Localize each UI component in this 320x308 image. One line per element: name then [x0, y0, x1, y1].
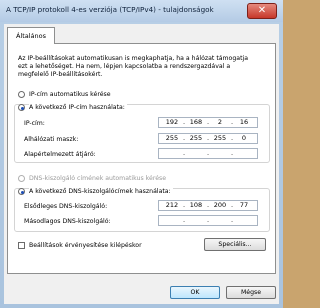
mask-octet: 255	[165, 134, 179, 142]
gateway-label: Alapértelmezett átjáró:	[24, 151, 96, 158]
dns-manual-radio[interactable]	[18, 188, 25, 195]
dns-octet: 212	[165, 201, 179, 209]
tab-general[interactable]: Általános	[7, 27, 55, 44]
octet-separator: .	[206, 201, 210, 209]
ip-octet: 192	[165, 118, 179, 126]
octet-separator: .	[230, 216, 234, 224]
dialog-client-area: Általános Az IP-beállításokat automatiku…	[4, 24, 279, 304]
validate-on-exit-label: Beállítások érvényesítése kilépéskor	[29, 242, 142, 249]
advanced-button[interactable]: Speciális...	[204, 238, 266, 251]
ip-manual-radio[interactable]	[18, 104, 25, 111]
mask-octet: 255	[213, 134, 227, 142]
close-button[interactable]: ✕	[247, 3, 277, 19]
octet-separator: .	[182, 216, 186, 224]
ip-octet: 2	[217, 118, 223, 126]
window-title: A TCP/IP protokoll 4-es verziója (TCP/IP…	[6, 5, 214, 14]
subnet-mask-input[interactable]: 255 . 255 . 255 . 0	[158, 133, 258, 144]
ip-auto-label: IP-cím automatikus kérése	[29, 91, 111, 98]
ip-octet: 16	[239, 118, 249, 126]
alternate-dns-input[interactable]: . . .	[158, 215, 258, 226]
ip-manual-label: A következő IP-cím használata:	[29, 104, 127, 111]
subnet-mask-label: Alhálózati maszk:	[24, 136, 79, 143]
ip-octet: 168	[189, 118, 203, 126]
title-bar[interactable]: A TCP/IP protokoll 4-es verziója (TCP/IP…	[0, 0, 283, 22]
mask-octet: 0	[241, 134, 247, 142]
dns-octet: 77	[239, 201, 249, 209]
octet-separator: .	[230, 201, 234, 209]
gateway-input[interactable]: . . .	[158, 148, 258, 159]
octet-separator: .	[206, 216, 210, 224]
dialog-window: A TCP/IP protokoll 4-es verziója (TCP/IP…	[0, 0, 283, 308]
octet-separator: .	[206, 149, 210, 157]
validate-on-exit-checkbox[interactable]	[18, 242, 25, 249]
alternate-dns-label: Másodlagos DNS-kiszolgáló:	[24, 218, 111, 225]
octet-separator: .	[182, 118, 186, 126]
description-text: Az IP-beállításokat automatikusan is meg…	[18, 55, 248, 78]
octet-separator: .	[182, 134, 186, 142]
octet-separator: .	[230, 134, 234, 142]
ip-address-label: IP-cím:	[24, 120, 45, 127]
ok-button[interactable]: OK	[170, 286, 220, 299]
dns-auto-radio[interactable]	[18, 175, 25, 182]
dns-manual-label: A következő DNS-kiszolgálócímek használa…	[29, 188, 173, 195]
octet-separator: .	[182, 149, 186, 157]
dns-octet: 200	[213, 201, 227, 209]
octet-separator: .	[206, 118, 210, 126]
preferred-dns-label: Elsődleges DNS-kiszolgáló:	[24, 203, 108, 210]
octet-separator: .	[230, 118, 234, 126]
dns-auto-label: DNS-kiszolgáló címének automatikus kérés…	[29, 175, 167, 182]
cancel-button[interactable]: Mégse	[226, 286, 276, 299]
octet-separator: .	[206, 134, 210, 142]
mask-octet: 255	[189, 134, 203, 142]
octet-separator: .	[230, 149, 234, 157]
dns-octet: 108	[189, 201, 203, 209]
octet-separator: .	[182, 201, 186, 209]
preferred-dns-input[interactable]: 212 . 108 . 200 . 77	[158, 200, 258, 211]
ip-auto-radio[interactable]	[18, 91, 25, 98]
ip-address-input[interactable]: 192 . 168 . 2 . 16	[158, 117, 258, 128]
